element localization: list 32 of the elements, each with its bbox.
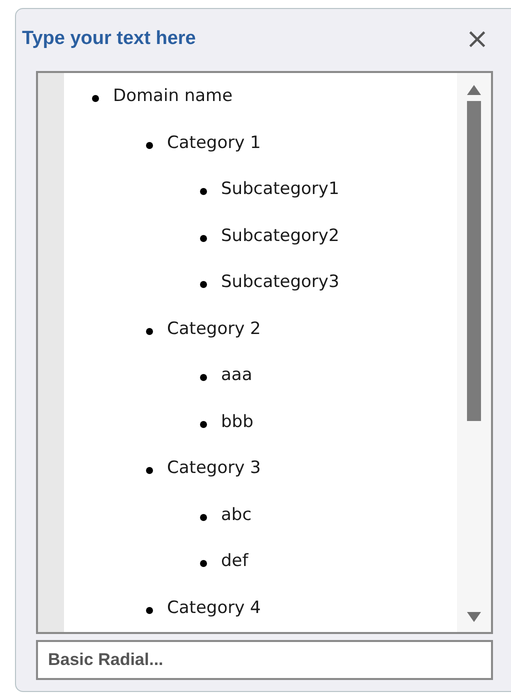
bullet-icon [146, 606, 153, 614]
close-button[interactable]: × [462, 25, 493, 53]
layout-name-field: Basic Radial... [36, 640, 493, 680]
bullet-icon [200, 281, 207, 288]
scroll-up-icon[interactable] [467, 85, 481, 95]
outline-item[interactable]: Subcategory1 [221, 176, 340, 202]
pane-title: Type your text here [22, 28, 196, 50]
bullet-icon [200, 188, 207, 195]
scrollbar[interactable] [457, 73, 491, 632]
outline-item[interactable]: Category 1 [167, 130, 261, 156]
outline-item[interactable]: Category 4 [167, 594, 261, 620]
bullet-icon [200, 560, 207, 567]
outline-editor[interactable]: Domain name Category 1 Subcategory1 Subcategory2 Subcategory3 Category 2 aaa bbb Category 3 abc def Category 4 [36, 71, 493, 634]
outline-item[interactable]: abc [221, 502, 252, 528]
bullet-icon [200, 514, 207, 520]
outline-item[interactable]: Category 3 [167, 455, 261, 481]
bullet-icon [146, 142, 153, 148]
bullet-icon [200, 234, 207, 242]
bullet-icon [200, 420, 207, 428]
bullet-icon [92, 95, 99, 102]
outline-item[interactable]: Domain name [113, 83, 233, 109]
outline-item[interactable]: Category 2 [167, 316, 261, 342]
outline-item[interactable]: Subcategory3 [221, 269, 340, 295]
bullet-icon [200, 374, 207, 381]
scrollbar-thumb[interactable] [467, 101, 481, 421]
bullet-icon [146, 328, 153, 334]
scroll-down-icon[interactable] [467, 612, 481, 622]
outline-item[interactable]: Subcategory2 [221, 222, 340, 248]
bullet-icon [146, 467, 153, 474]
outline-item[interactable]: aaa [221, 362, 252, 388]
outline-item[interactable]: bbb [221, 408, 254, 434]
outline-item[interactable]: def [221, 548, 248, 574]
